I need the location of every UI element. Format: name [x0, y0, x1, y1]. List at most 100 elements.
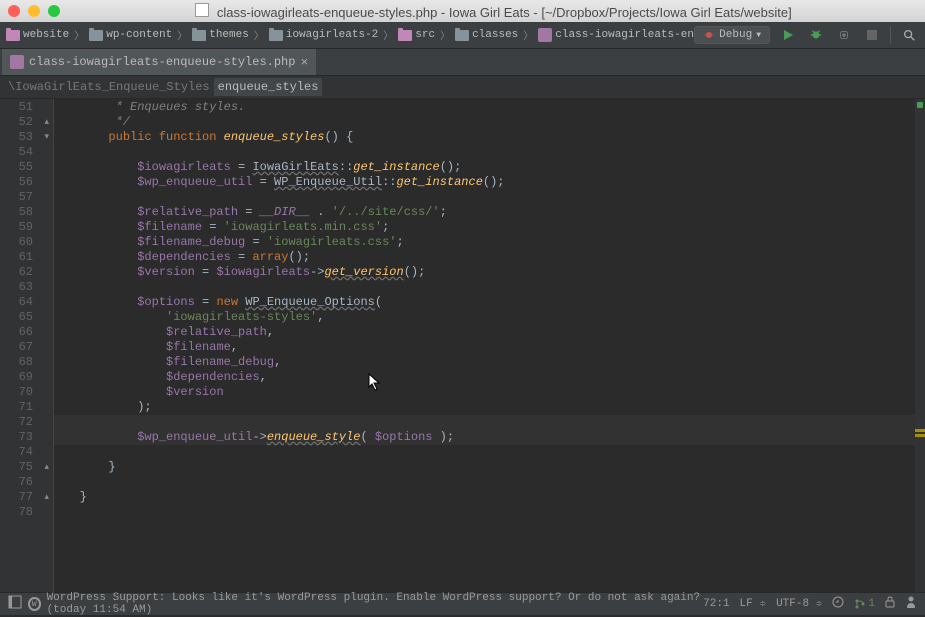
code-line[interactable]: } — [54, 460, 925, 475]
fold-collapse-icon[interactable]: ▴ — [44, 490, 49, 505]
code-line[interactable]: $filename, — [54, 340, 925, 355]
search-button[interactable] — [899, 25, 919, 45]
code-line[interactable]: $iowagirleats = IowaGirlEats::get_instan… — [54, 160, 925, 175]
line-number[interactable]: 71 — [0, 400, 53, 415]
line-number[interactable]: 60 — [0, 235, 53, 250]
code-line[interactable]: $filename_debug = 'iowagirleats.css'; — [54, 235, 925, 250]
breadcrumb-item[interactable]: website — [6, 29, 69, 41]
caret-position[interactable]: 72:1 — [703, 598, 729, 610]
line-number[interactable]: 51 — [0, 100, 53, 115]
line-number[interactable]: 62 — [0, 265, 53, 280]
error-stripe[interactable] — [915, 99, 925, 592]
breadcrumb-item[interactable]: class-iowagirleats-enqueue-styles.php — [538, 28, 694, 42]
code-line[interactable]: $dependencies, — [54, 370, 925, 385]
run-config-selector[interactable]: Debug ▼ — [694, 26, 770, 44]
line-number[interactable]: 68 — [0, 355, 53, 370]
class-breadcrumb[interactable]: \IowaGirlEats_Enqueue_Styles — [4, 78, 214, 96]
navigation-bar: website〉wp-content〉themes〉iowagirleats-2… — [0, 22, 925, 49]
run-button[interactable] — [778, 25, 798, 45]
memory-person-icon[interactable] — [905, 595, 917, 613]
debug-button[interactable] — [806, 25, 826, 45]
code-line[interactable]: $version = $iowagirleats->get_version(); — [54, 265, 925, 280]
line-number[interactable]: 61 — [0, 250, 53, 265]
warning-marker[interactable] — [915, 434, 925, 437]
line-number[interactable]: 70 — [0, 385, 53, 400]
code-line[interactable] — [54, 505, 925, 520]
code-line[interactable] — [54, 445, 925, 460]
line-number[interactable]: 74 — [0, 445, 53, 460]
breadcrumb-item[interactable]: wp-content — [89, 29, 172, 41]
code-line[interactable]: } — [54, 490, 925, 505]
line-number[interactable]: 58 — [0, 205, 53, 220]
code-line[interactable]: $wp_enqueue_util = WP_Enqueue_Util::get_… — [54, 175, 925, 190]
file-encoding[interactable]: UTF-8 ≑ — [776, 598, 822, 610]
window-titlebar: class-iowagirleats-enqueue-styles.php - … — [0, 0, 925, 22]
line-number[interactable]: 55 — [0, 160, 53, 175]
fold-expand-icon[interactable]: ▾ — [44, 130, 49, 145]
code-editor[interactable]: 5152▴53▾54555657585960616263646566676869… — [0, 99, 925, 592]
line-number[interactable]: 78 — [0, 505, 53, 520]
line-number[interactable]: 64 — [0, 295, 53, 310]
line-number[interactable]: 69 — [0, 370, 53, 385]
file-icon — [195, 3, 209, 17]
separator — [890, 26, 891, 44]
breadcrumb-item[interactable]: themes — [192, 29, 249, 41]
code-line[interactable]: */ — [54, 115, 925, 130]
line-number[interactable]: 57 — [0, 190, 53, 205]
inspection-status-icon[interactable] — [917, 102, 923, 108]
line-number[interactable]: 72 — [0, 415, 53, 430]
git-status[interactable]: 1 — [854, 598, 875, 610]
editor-tab[interactable]: class-iowagirleats-enqueue-styles.php × — [2, 49, 317, 75]
line-number[interactable]: 75▴ — [0, 460, 53, 475]
breadcrumb-item[interactable]: classes — [455, 29, 518, 41]
line-number[interactable]: 63 — [0, 280, 53, 295]
code-line[interactable] — [54, 280, 925, 295]
line-number[interactable]: 65 — [0, 310, 53, 325]
close-window-button[interactable] — [8, 5, 20, 17]
fold-collapse-icon[interactable]: ▴ — [44, 460, 49, 475]
wordpress-icon: W — [28, 597, 41, 611]
line-number[interactable]: 53▾ — [0, 130, 53, 145]
minimize-window-button[interactable] — [28, 5, 40, 17]
code-line[interactable]: 'iowagirleats-styles', — [54, 310, 925, 325]
line-number-gutter[interactable]: 5152▴53▾54555657585960616263646566676869… — [0, 99, 54, 592]
code-line[interactable]: $dependencies = array(); — [54, 250, 925, 265]
line-number[interactable]: 66 — [0, 325, 53, 340]
line-separator[interactable]: LF ≑ — [740, 598, 767, 610]
line-number[interactable]: 73 — [0, 430, 53, 445]
code-line[interactable]: $filename = 'iowagirleats.min.css'; — [54, 220, 925, 235]
line-number[interactable]: 67 — [0, 340, 53, 355]
code-line[interactable] — [54, 475, 925, 490]
listen-debug-button[interactable] — [834, 25, 854, 45]
code-line[interactable]: $options = new WP_Enqueue_Options( — [54, 295, 925, 310]
code-line[interactable]: $wp_enqueue_util->enqueue_style( $option… — [54, 430, 925, 445]
code-line[interactable] — [54, 415, 925, 430]
line-number[interactable]: 59 — [0, 220, 53, 235]
code-line[interactable]: $version — [54, 385, 925, 400]
line-number[interactable]: 77▴ — [0, 490, 53, 505]
line-number[interactable]: 76 — [0, 475, 53, 490]
close-tab-button[interactable]: × — [300, 55, 308, 70]
code-line[interactable]: public function enqueue_styles() { — [54, 130, 925, 145]
fold-collapse-icon[interactable]: ▴ — [44, 115, 49, 130]
code-line[interactable] — [54, 190, 925, 205]
tool-window-button[interactable] — [8, 595, 22, 613]
line-number[interactable]: 52▴ — [0, 115, 53, 130]
code-line[interactable]: $relative_path = __DIR__ . '/../site/css… — [54, 205, 925, 220]
breadcrumb-item[interactable]: src — [398, 29, 435, 41]
code-line[interactable] — [54, 145, 925, 160]
code-line[interactable]: * Enqueues styles. — [54, 100, 925, 115]
read-only-toggle[interactable] — [885, 596, 895, 612]
status-message[interactable]: WordPress Support: Looks like it's WordP… — [47, 592, 704, 616]
code-line[interactable]: $relative_path, — [54, 325, 925, 340]
code-area[interactable]: * Enqueues styles. */ public function en… — [54, 99, 925, 592]
line-number[interactable]: 54 — [0, 145, 53, 160]
method-breadcrumb[interactable]: enqueue_styles — [214, 78, 323, 96]
breadcrumb-item[interactable]: iowagirleats-2 — [269, 29, 378, 41]
warning-marker[interactable] — [915, 429, 925, 432]
code-line[interactable]: $filename_debug, — [54, 355, 925, 370]
code-line[interactable]: ); — [54, 400, 925, 415]
zoom-window-button[interactable] — [48, 5, 60, 17]
line-number[interactable]: 56 — [0, 175, 53, 190]
context-icon[interactable] — [832, 596, 844, 612]
